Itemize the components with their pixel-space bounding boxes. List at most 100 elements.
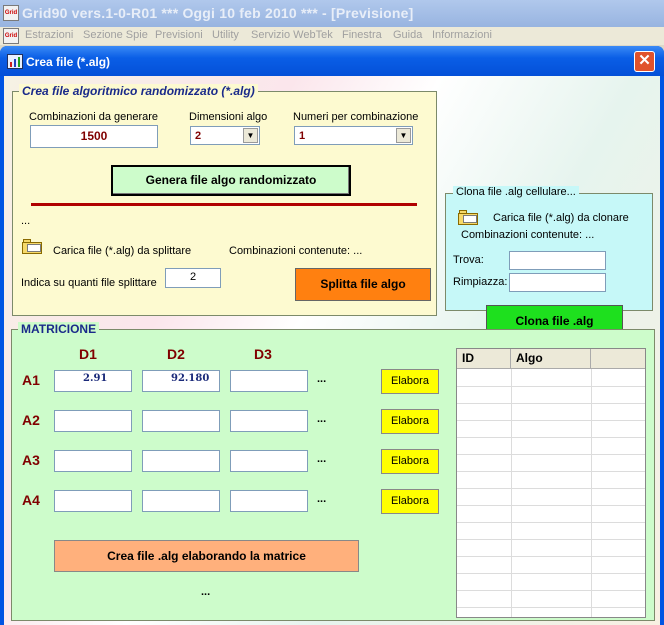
- elabora-button-a3[interactable]: Elabora: [381, 449, 439, 474]
- split-count-label: Indica su quanti file splittare: [21, 277, 157, 289]
- clone-contained-label: Combinazioni contenute: ...: [461, 229, 595, 241]
- load-split-label: Carica file (*.alg) da splittare: [53, 245, 192, 257]
- matrix-status-dots: ...: [201, 586, 211, 598]
- close-icon: ✕: [638, 52, 651, 69]
- matrix-cell-a3-d1[interactable]: [54, 450, 132, 472]
- menu-finestra[interactable]: Finestra: [342, 29, 382, 41]
- menu-guida[interactable]: Guida: [393, 29, 422, 41]
- generate-random-button[interactable]: Genera file algo randomizzato: [111, 165, 351, 196]
- column-header-d1: D1: [79, 346, 97, 362]
- grid-row-line: [457, 386, 645, 387]
- algo-results-grid[interactable]: ID Algo: [456, 348, 646, 618]
- chevron-down-icon[interactable]: ▼: [243, 128, 258, 143]
- clone-panel: Clona file .alg cellulare... Carica file…: [445, 186, 653, 338]
- row-label-a4: A4: [22, 492, 40, 508]
- column-header-d2: D2: [167, 346, 185, 362]
- matrix-cell-a3-d2[interactable]: [142, 450, 220, 472]
- crea-file-dialog: Crea file (*.alg) ✕ Crea file algoritmic…: [0, 46, 664, 625]
- menu-estrazioni[interactable]: Estrazioni: [25, 29, 73, 41]
- row-label-a3: A3: [22, 452, 40, 468]
- grid-row-line: [457, 454, 645, 455]
- create-from-matrix-button[interactable]: Crea file .alg elaborando la matrice: [54, 540, 359, 572]
- dialog-title: Crea file (*.alg): [26, 55, 111, 69]
- row-label-a2: A2: [22, 412, 40, 428]
- matrix-cell-a4-d2[interactable]: [142, 490, 220, 512]
- menu-servizio-webtek[interactable]: Servizio WebTek: [251, 29, 333, 41]
- grid-row-line: [457, 437, 645, 438]
- matrix-cell-a1-d1[interactable]: 2.91: [54, 370, 132, 392]
- grid-row-line: [457, 488, 645, 489]
- matrix-cell-a1-d3[interactable]: [230, 370, 308, 392]
- grid-header-extra[interactable]: [591, 349, 645, 369]
- chevron-down-icon[interactable]: ▼: [396, 128, 411, 143]
- folder-open-icon[interactable]: [458, 210, 480, 225]
- dimension-value: 2: [195, 130, 202, 142]
- matrix-cell-a4-d1[interactable]: [54, 490, 132, 512]
- find-label: Trova:: [453, 254, 484, 266]
- split-count-input[interactable]: 2: [165, 268, 221, 288]
- grid-row-line: [457, 590, 645, 591]
- clone-load-label: Carica file (*.alg) da clonare: [493, 212, 629, 224]
- matrix-cell-a2-d1[interactable]: [54, 410, 132, 432]
- elabora-button-a1[interactable]: Elabora: [381, 369, 439, 394]
- dimension-select[interactable]: 2 ▼: [190, 126, 260, 145]
- menu-sezione-spie[interactable]: Sezione Spie: [83, 29, 148, 41]
- matrix-cell-a1-d2[interactable]: 92.180: [142, 370, 220, 392]
- menu-previsioni[interactable]: Previsioni: [155, 29, 203, 41]
- divider-line: [31, 203, 417, 206]
- grid-row-line: [457, 522, 645, 523]
- menu-informazioni[interactable]: Informazioni: [432, 29, 492, 41]
- status-dots: ...: [21, 215, 31, 227]
- grid-header-id[interactable]: ID: [457, 349, 511, 369]
- find-input[interactable]: [509, 251, 606, 270]
- grid-row-line: [457, 420, 645, 421]
- grid-row-line: [457, 505, 645, 506]
- random-panel-legend: Crea file algoritmico randomizzato (*.al…: [19, 84, 258, 98]
- matrix-cell-a4-d3[interactable]: [230, 490, 308, 512]
- matrix-cell-a2-d2[interactable]: [142, 410, 220, 432]
- random-algo-panel: Crea file algoritmico randomizzato (*.al…: [12, 84, 437, 316]
- numbers-label: Numeri per combinazione: [293, 111, 419, 123]
- grid-row-line: [457, 471, 645, 472]
- elabora-button-a2[interactable]: Elabora: [381, 409, 439, 434]
- row-more-a2: ...: [317, 413, 327, 425]
- chart-icon: [7, 54, 23, 69]
- app-icon[interactable]: Grid: [3, 5, 19, 21]
- matrix-cell-a3-d3[interactable]: [230, 450, 308, 472]
- dialog-client-area: Crea file algoritmico randomizzato (*.al…: [4, 76, 660, 625]
- grid-row-line: [457, 403, 645, 404]
- combinations-input[interactable]: 1500: [30, 125, 158, 148]
- combinations-label: Combinazioni da generare: [29, 111, 159, 123]
- mdi-child-icon[interactable]: Grid: [3, 28, 19, 44]
- matrix-cell-a2-d3[interactable]: [230, 410, 308, 432]
- grid-row-line: [457, 539, 645, 540]
- split-button[interactable]: Splitta file algo: [295, 268, 431, 301]
- menu-utility[interactable]: Utility: [212, 29, 239, 41]
- close-button[interactable]: ✕: [634, 51, 655, 72]
- elabora-button-a4[interactable]: Elabora: [381, 489, 439, 514]
- clone-panel-legend: Clona file .alg cellulare...: [453, 186, 579, 198]
- grid-row-line: [457, 607, 645, 608]
- grid-row-line: [457, 556, 645, 557]
- grid-row-line: [457, 573, 645, 574]
- menu-bar: Grid Estrazioni Sezione Spie Previsioni …: [0, 27, 664, 45]
- row-more-a1: ...: [317, 373, 327, 385]
- numbers-value: 1: [299, 130, 306, 142]
- numbers-select[interactable]: 1 ▼: [294, 126, 413, 145]
- grid-col-divider: [511, 369, 512, 617]
- dialog-title-bar[interactable]: Crea file (*.alg) ✕: [0, 46, 664, 76]
- replace-label: Rimpiazza:: [453, 276, 508, 288]
- app-title-bar: Grid Grid90 vers.1-0-R01 *** Oggi 10 feb…: [0, 0, 664, 27]
- folder-open-icon[interactable]: [22, 239, 44, 254]
- replace-input[interactable]: [509, 273, 606, 292]
- matrix-panel-legend: MATRICIONE: [18, 322, 100, 336]
- grid-col-divider: [591, 369, 592, 617]
- app-title: Grid90 vers.1-0-R01 *** Oggi 10 feb 2010…: [22, 5, 414, 21]
- split-contained-label: Combinazioni contenute: ...: [229, 245, 363, 257]
- row-label-a1: A1: [22, 372, 40, 388]
- grid-header-algo[interactable]: Algo: [511, 349, 591, 369]
- dimension-label: Dimensioni algo: [189, 111, 268, 123]
- column-header-d3: D3: [254, 346, 272, 362]
- row-more-a4: ...: [317, 493, 327, 505]
- row-more-a3: ...: [317, 453, 327, 465]
